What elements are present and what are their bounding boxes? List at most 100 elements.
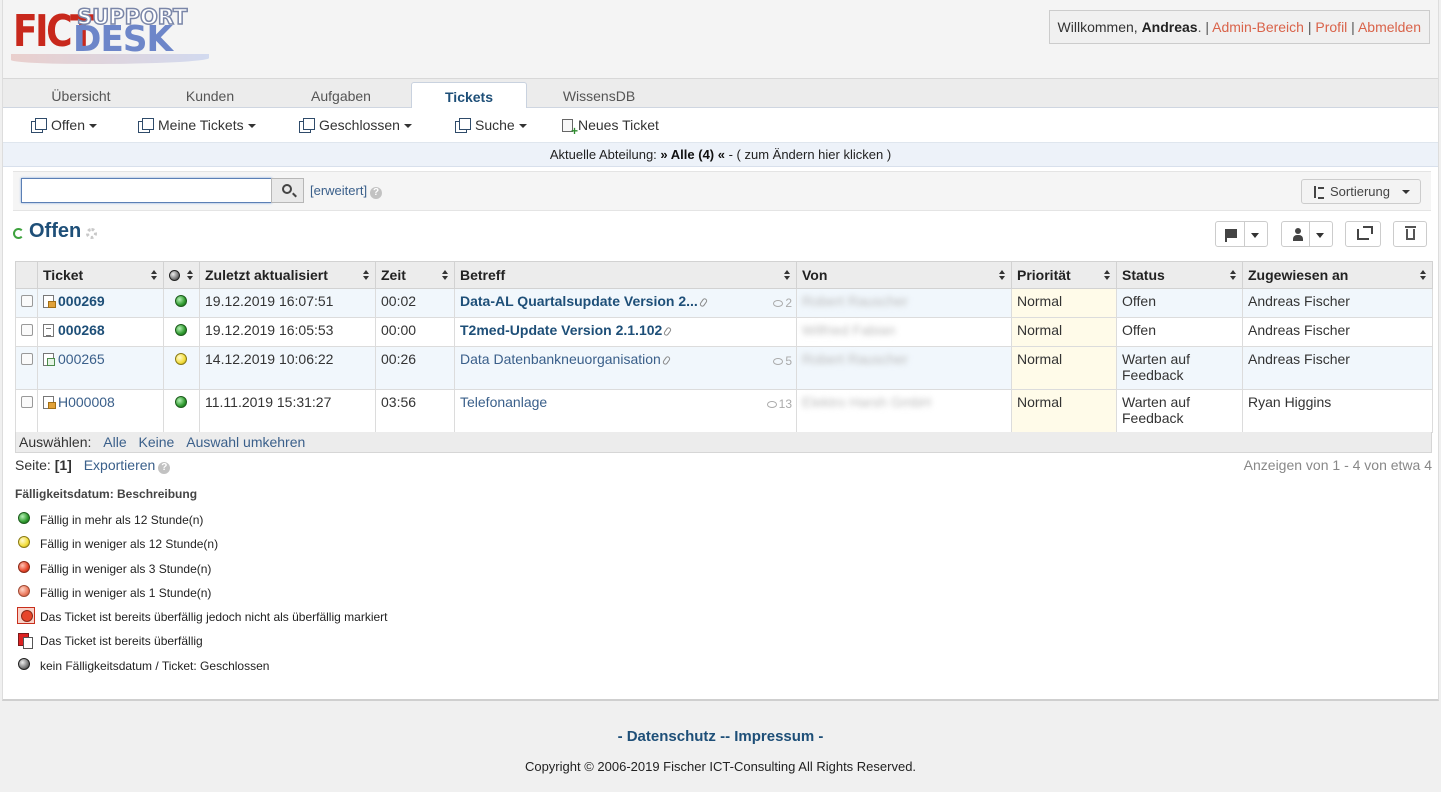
attachment-icon — [698, 297, 708, 308]
department-bar[interactable]: Aktuelle Abteilung: » Alle (4) « - ( zum… — [3, 143, 1438, 167]
priority-column-header[interactable]: Priorität — [1011, 261, 1117, 289]
my-tickets-menu[interactable]: Meine Tickets — [138, 117, 256, 133]
user-icon — [1293, 228, 1303, 241]
open-menu[interactable]: Offen — [31, 117, 97, 133]
ticket-column-header[interactable]: Ticket — [37, 261, 164, 289]
advanced-search-link[interactable]: [erweitert]? — [310, 183, 383, 199]
search-menu[interactable]: Suche — [455, 117, 527, 133]
sort-icon — [784, 270, 790, 280]
refresh-icon[interactable] — [13, 228, 24, 239]
tab-uebersicht[interactable]: Übersicht — [11, 82, 151, 109]
from-column-header[interactable]: Von — [796, 261, 1012, 289]
status-header-label: Status — [1122, 267, 1165, 283]
comment-icon — [773, 300, 784, 307]
subject-link[interactable]: Data-AL Quartalsupdate Version 2... — [460, 293, 698, 309]
tab-tickets[interactable]: Tickets — [411, 82, 527, 110]
help-icon[interactable]: ? — [158, 462, 171, 474]
footer-links[interactable]: - Datenschutz -- Impressum - — [0, 728, 1441, 745]
new-ticket-button[interactable]: Neues Ticket — [562, 117, 659, 137]
from-header-label: Von — [802, 267, 828, 283]
search-button[interactable] — [271, 178, 304, 203]
subject-link[interactable]: Telefonanlage — [460, 394, 547, 410]
comment-count-value: 13 — [778, 397, 792, 411]
row-checkbox[interactable] — [21, 396, 33, 408]
tab-kunden[interactable]: Kunden — [143, 82, 277, 109]
legend-item: kein Fälligkeitsdatum / Ticket: Geschlos… — [15, 656, 387, 680]
ticket-number-link[interactable]: H000008 — [58, 394, 115, 410]
ticket-number-link[interactable]: 000269 — [58, 293, 105, 309]
legend-label: Das Ticket ist bereits überfällig jedoch… — [40, 610, 388, 625]
delete-button[interactable] — [1393, 221, 1427, 247]
due-cell — [163, 288, 200, 318]
assigned-cell: Andreas Fischer — [1242, 346, 1433, 390]
subject-link[interactable]: Data Datenbankneuorganisation — [460, 351, 661, 367]
ticket-number-link[interactable]: 000265 — [58, 351, 105, 367]
assigned-column-header[interactable]: Zugewiesen an — [1242, 261, 1433, 289]
row-checkbox[interactable] — [21, 353, 33, 365]
legend-item: Das Ticket ist bereits überfällig — [15, 631, 387, 655]
legend-label: Fällig in weniger als 12 Stunde(n) — [40, 537, 219, 552]
assign-button[interactable] — [1281, 221, 1333, 247]
subject-link[interactable]: T2med-Update Version 2.1.102 — [460, 322, 662, 338]
time-column-header[interactable]: Zeit — [375, 261, 455, 289]
ticket-number-link[interactable]: 000268 — [58, 322, 105, 338]
sort-icon — [363, 270, 369, 280]
table-row[interactable]: 000268 19.12.2019 16:05:53 00:00 T2med-U… — [15, 317, 1433, 347]
time-cell: 00:26 — [375, 346, 455, 390]
select-all-link[interactable]: Alle — [103, 434, 126, 450]
updated-cell: 19.12.2019 16:07:51 — [199, 288, 376, 318]
invert-selection-link[interactable]: Auswahl umkehren — [186, 434, 305, 450]
assigned-cell: Andreas Fischer — [1242, 288, 1433, 318]
table-row[interactable]: H000008 11.11.2019 15:31:27 03:56 Telefo… — [15, 389, 1433, 433]
logout-link[interactable]: Abmelden — [1358, 19, 1421, 35]
due-legend: Fälligkeitsdatum: Beschreibung Fällig in… — [15, 487, 387, 680]
search-input[interactable] — [21, 178, 272, 203]
logo[interactable]: FICT DESK SUPPORT — [11, 4, 211, 64]
sort-button[interactable]: Sortierung — [1301, 179, 1421, 204]
row-checkbox[interactable] — [21, 324, 33, 336]
updated-column-header[interactable]: Zuletzt aktualisiert — [199, 261, 376, 289]
due-cell — [163, 317, 200, 347]
due-green-icon — [18, 512, 30, 524]
flag-button[interactable] — [1215, 221, 1268, 247]
row-select-cell — [15, 346, 38, 390]
logo-swoosh — [11, 54, 209, 64]
priority-header-label: Priorität — [1017, 267, 1071, 283]
tab-aufgaben[interactable]: Aufgaben — [274, 82, 408, 109]
ticket-cell: 000268 — [37, 317, 164, 347]
export-link[interactable]: Exportieren — [84, 457, 156, 473]
profile-link[interactable]: Profil — [1315, 19, 1347, 35]
row-checkbox[interactable] — [21, 295, 33, 307]
subject-column-header[interactable]: Betreff — [454, 261, 797, 289]
search-icon — [282, 184, 292, 194]
table-row[interactable]: 000269 19.12.2019 16:07:51 00:02 Data-AL… — [15, 288, 1433, 318]
admin-link[interactable]: Admin-Bereich — [1212, 19, 1304, 35]
status-column-header[interactable]: Status — [1116, 261, 1243, 289]
ticket-cell: 000269 — [37, 288, 164, 318]
subject-cell: T2med-Update Version 2.1.102 — [454, 317, 797, 347]
attachment-icon — [663, 326, 673, 337]
logo-support: SUPPORT — [76, 5, 188, 29]
ticket-cell: H000008 — [37, 389, 164, 433]
tab-wissensdb[interactable]: WissensDB — [533, 82, 665, 109]
help-icon[interactable]: ? — [370, 187, 383, 199]
select-none-link[interactable]: Keine — [139, 434, 175, 450]
due-green-icon — [175, 295, 187, 307]
status-cell: Offen — [1116, 317, 1243, 347]
gear-icon[interactable] — [86, 228, 97, 239]
due-cell — [163, 346, 200, 390]
closed-menu[interactable]: Geschlossen — [299, 117, 412, 133]
forward-button[interactable] — [1345, 221, 1381, 247]
ticket-document-icon — [43, 324, 54, 337]
table-row[interactable]: 000265 14.12.2019 10:06:22 00:26 Data Da… — [15, 346, 1433, 390]
time-cell: 00:02 — [375, 288, 455, 318]
table-header-row: Ticket Zuletzt aktualisiert Zeit Betreff… — [15, 261, 1433, 289]
subject-header-label: Betreff — [460, 267, 506, 283]
due-column-header[interactable] — [163, 261, 200, 289]
due-orange-icon — [18, 584, 30, 597]
row-select-cell — [15, 389, 38, 433]
current-page[interactable]: [1] — [55, 457, 72, 473]
copy-icon — [455, 118, 471, 133]
time-cell: 03:56 — [375, 389, 455, 433]
ticket-email-icon — [43, 295, 56, 308]
